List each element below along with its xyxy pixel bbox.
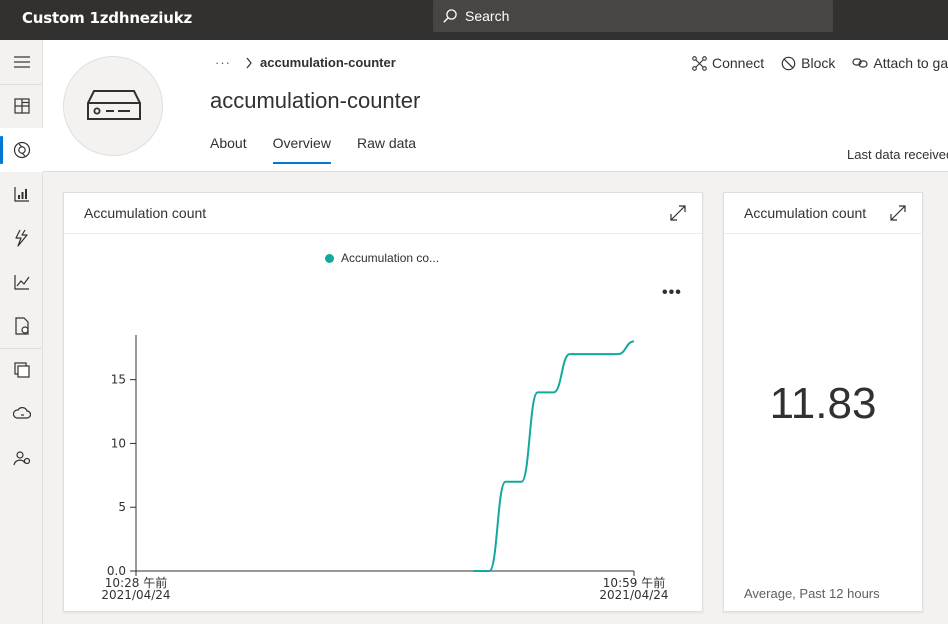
left-navigation (0, 40, 43, 624)
command-bar: Connect Block Attach to gateway (692, 55, 948, 71)
x-tick-date-label: 2021/04/24 (101, 588, 170, 602)
connect-button[interactable]: Connect (692, 55, 764, 71)
nav-analytics[interactable] (0, 260, 43, 304)
nav-jobs[interactable] (0, 304, 43, 348)
breadcrumb-more-button[interactable]: ··· (215, 55, 231, 70)
breadcrumb: ··· accumulation-counter (215, 55, 396, 70)
line-chart: 0.05101510:28 午前2021/04/2410:59 午前2021/0… (101, 335, 669, 602)
nav-device-groups[interactable] (0, 172, 43, 216)
block-button[interactable]: Block (781, 55, 835, 71)
nav-data-export[interactable] (0, 392, 43, 436)
nav-device-templates[interactable] (0, 348, 43, 392)
administration-icon (12, 451, 30, 466)
device-icon (87, 90, 141, 120)
attach-to-gateway-button[interactable]: Attach to gateway (852, 55, 948, 71)
page-title: accumulation-counter (210, 88, 421, 113)
data-export-icon (12, 407, 31, 419)
jobs-icon (14, 317, 29, 335)
tab-overview[interactable]: Overview (272, 134, 332, 164)
x-tick-date-label: 2021/04/24 (599, 588, 668, 602)
breadcrumb-current[interactable]: accumulation-counter (260, 55, 396, 70)
kpi-value: 11.83 (769, 379, 877, 428)
nav-administration[interactable] (0, 436, 43, 480)
device-header: ··· accumulation-counter accumulation-co… (43, 40, 948, 172)
y-tick-label: 15 (111, 373, 126, 387)
analytics-icon (13, 275, 29, 290)
block-label: Block (801, 55, 836, 71)
search-icon (443, 9, 457, 23)
nav-rules[interactable] (0, 216, 43, 260)
kpi-caption: Average, Past 12 hours (744, 586, 880, 601)
tab-about[interactable]: About (210, 134, 247, 164)
hamburger-menu-button[interactable] (0, 40, 43, 84)
y-tick-label: 10 (111, 436, 126, 450)
chevron-right-icon (246, 57, 252, 68)
device-templates-icon (13, 362, 30, 378)
nav-devices[interactable] (0, 128, 43, 172)
link-icon (852, 58, 868, 68)
connect-icon (692, 55, 707, 71)
device-avatar (63, 56, 163, 156)
kpi-card: Accumulation count 11.83 Average, Past 1… (723, 192, 923, 612)
last-data-received: Last data received (847, 147, 948, 162)
line-chart-card: Accumulation count Accumulation co... ••… (63, 192, 703, 612)
app-title[interactable]: Custom 1zdhneziukz (22, 9, 192, 27)
top-bar: Custom 1zdhneziukz Search (0, 0, 948, 40)
hamburger-menu-icon (13, 56, 30, 68)
search-placeholder: Search (465, 8, 510, 24)
device-tabs: About Overview Raw data (210, 134, 442, 164)
tab-raw-data[interactable]: Raw data (357, 134, 416, 164)
block-icon (781, 56, 796, 70)
connect-label: Connect (712, 55, 765, 71)
series-line-accumulation-count (473, 340, 635, 572)
nav-dashboard[interactable] (0, 84, 43, 128)
dashboard-icon (13, 98, 30, 114)
expand-icon[interactable] (890, 205, 906, 221)
rules-icon (14, 229, 28, 247)
kpi-card-title: Accumulation count (744, 205, 867, 221)
attach-to-gateway-label: Attach to gateway (873, 55, 948, 71)
devices-icon (13, 141, 30, 159)
device-groups-icon (13, 187, 29, 202)
y-tick-label: 5 (118, 500, 126, 514)
search-box[interactable]: Search (433, 0, 833, 32)
